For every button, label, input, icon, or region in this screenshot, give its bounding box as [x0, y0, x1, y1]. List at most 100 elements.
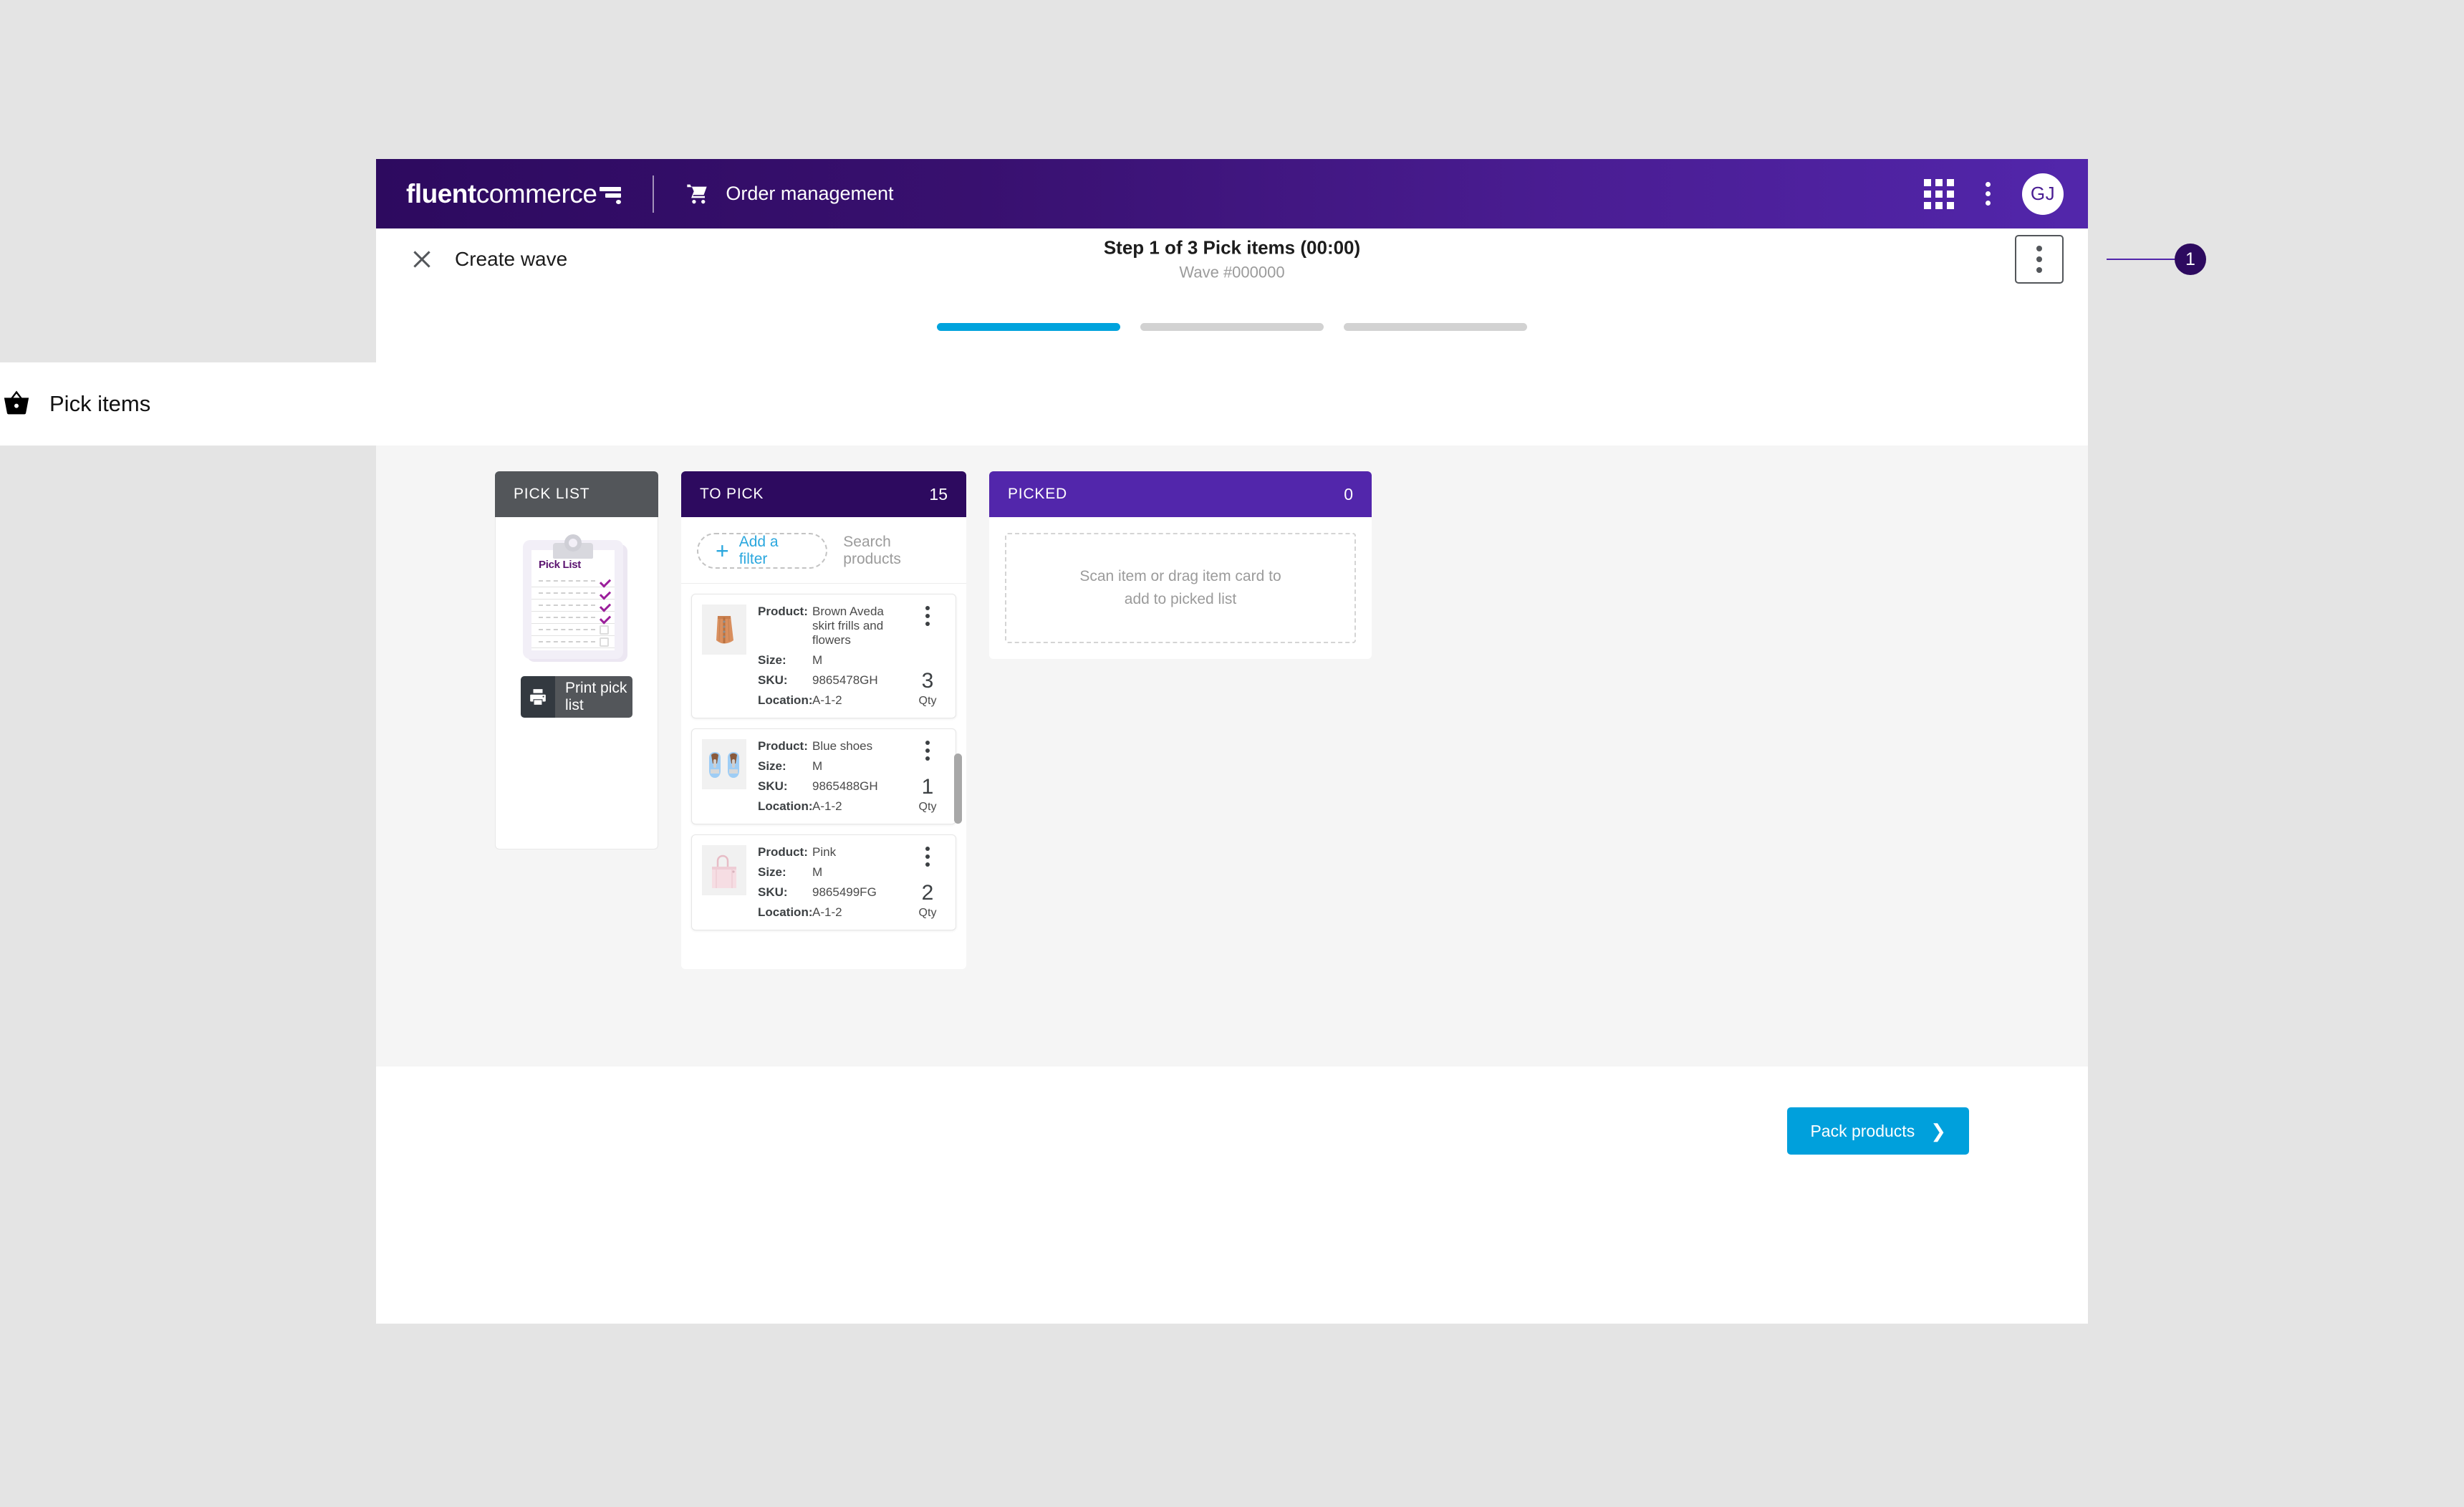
field-label-location: Location: [758, 693, 812, 708]
shopping-basket-icon [1, 389, 32, 419]
quantity-block: 2 Qty [919, 882, 937, 920]
item-fields: Product: Pink Size: M SKU: 9865499FG Loc… [758, 845, 897, 920]
add-filter-label: Add a filter [739, 534, 809, 568]
wave-number: Wave #000000 [376, 264, 2088, 282]
close-icon[interactable] [406, 244, 438, 275]
print-pick-list-button[interactable]: Print pick list [521, 676, 632, 718]
clipboard-row [531, 624, 615, 636]
kebab-menu-icon[interactable] [921, 845, 934, 868]
to-pick-count: 15 [929, 485, 948, 504]
quantity-block: 3 Qty [919, 670, 937, 708]
card-right-controls: 2 Qty [908, 845, 947, 920]
field-label-size: Size: [758, 865, 812, 880]
column-header-pick-list: PICK LIST [495, 471, 658, 517]
fluent-commerce-logo[interactable]: fluent commerce [406, 179, 621, 209]
column-pick-list: PICK LIST Pick List [495, 471, 658, 1067]
quantity-block: 1 Qty [919, 776, 937, 814]
pink-handbag-thumbnail [702, 845, 746, 895]
list-item[interactable]: Product: Pink Size: M SKU: 9865499FG Loc… [691, 834, 956, 930]
field-label-size: Size: [758, 759, 812, 774]
pick-list-body: Pick List Print pick [495, 517, 658, 849]
column-header-to-pick: TO PICK 15 [681, 471, 966, 517]
print-pick-list-label: Print pick list [555, 676, 632, 718]
field-label-sku: SKU: [758, 885, 812, 900]
callout-line [2107, 259, 2175, 260]
field-label-sku: SKU: [758, 673, 812, 688]
dropzone-line-2: add to picked list [1125, 591, 1236, 608]
clipboard-row [531, 612, 615, 624]
kebab-menu-icon[interactable] [921, 605, 934, 627]
field-label-location: Location: [758, 799, 812, 814]
field-value-product: Brown Aveda skirt frills and flowers [812, 605, 897, 647]
section-title: Pick items [49, 391, 150, 417]
chevron-right-icon: ❯ [1930, 1120, 1946, 1142]
plus-icon: + [716, 539, 729, 562]
field-value-location: A-1-2 [812, 799, 897, 814]
quantity-value: 2 [919, 882, 937, 904]
to-pick-body: + Add a filter Search products [681, 517, 966, 969]
nav-right-controls: GJ [1924, 173, 2064, 215]
pick-board: PICK LIST Pick List [376, 446, 2088, 1067]
apps-grid-icon[interactable] [1924, 179, 1954, 209]
scrollbar-thumb[interactable] [954, 754, 962, 824]
nav-app-order-management[interactable]: Order management [685, 183, 893, 206]
field-value-location: A-1-2 [812, 905, 897, 920]
field-label-size: Size: [758, 653, 812, 668]
field-value-sku: 9865499FG [812, 885, 897, 900]
field-label-product: Product: [758, 605, 812, 647]
column-title: PICKED [1008, 486, 1067, 503]
dropzone-line-1: Scan item or drag item card to [1079, 568, 1281, 585]
add-filter-button[interactable]: + Add a filter [697, 533, 827, 569]
list-item[interactable]: Product: Blue shoes Size: M SKU: 9865488… [691, 728, 956, 824]
progress-segment-2 [1140, 323, 1324, 331]
pack-products-button[interactable]: Pack products ❯ [1787, 1107, 1969, 1155]
field-value-size: M [812, 759, 897, 774]
nav-divider [653, 175, 654, 213]
picked-dropzone[interactable]: Scan item or drag item card to add to pi… [1005, 533, 1356, 643]
field-value-product: Pink [812, 845, 897, 860]
avatar[interactable]: GJ [2022, 173, 2064, 215]
field-label-location: Location: [758, 905, 812, 920]
to-pick-card-list: Product: Brown Aveda skirt frills and fl… [681, 584, 966, 930]
blue-shoes-thumbnail [702, 739, 746, 789]
step-title: Step 1 of 3 Pick items (00:00) [376, 237, 2088, 259]
quantity-label: Qty [919, 801, 937, 814]
picked-body: Scan item or drag item card to add to pi… [989, 517, 1372, 659]
field-label-product: Product: [758, 739, 812, 754]
field-value-sku: 9865488GH [812, 779, 897, 794]
progress-segment-1 [937, 323, 1120, 331]
search-input[interactable]: Search products [843, 534, 951, 568]
overflow-menu-button[interactable] [2015, 235, 2064, 284]
callout-badge: 1 [2175, 244, 2206, 275]
field-value-size: M [812, 865, 897, 880]
field-value-product: Blue shoes [812, 739, 897, 754]
page-title: Create wave [455, 248, 567, 271]
step-indicator-text: Step 1 of 3 Pick items (00:00) Wave #000… [376, 237, 2088, 282]
step-progress-bar [376, 291, 2088, 362]
card-right-controls: 1 Qty [908, 739, 947, 814]
item-fields: Product: Brown Aveda skirt frills and fl… [758, 605, 897, 708]
kebab-menu-icon[interactable] [1978, 178, 1998, 210]
pack-products-label: Pack products [1810, 1122, 1915, 1141]
clipboard-row [531, 587, 615, 600]
card-right-controls: 3 Qty [908, 605, 947, 708]
top-navigation-bar: fluent commerce Order management GJ [376, 159, 2088, 228]
pick-list-clipboard-illustration: Pick List [523, 534, 630, 665]
app-window: fluent commerce Order management GJ [376, 159, 2088, 1324]
logo-regular-text: commerce [476, 179, 597, 209]
quantity-value: 1 [919, 776, 937, 798]
progress-segment-3 [1344, 323, 1527, 331]
printer-icon [521, 676, 555, 718]
nav-app-label: Order management [726, 183, 893, 205]
quantity-label: Qty [919, 907, 937, 920]
section-header: Pick items [0, 362, 2088, 446]
clipboard-row [531, 575, 615, 587]
brown-skirt-thumbnail [702, 605, 746, 655]
clipboard-row [531, 636, 615, 648]
kebab-menu-icon[interactable] [921, 739, 934, 762]
picked-count: 0 [1344, 485, 1353, 504]
quantity-label: Qty [919, 695, 937, 708]
shopping-cart-icon [685, 183, 710, 206]
column-picked: PICKED 0 Scan item or drag item card to … [989, 471, 1372, 1067]
list-item[interactable]: Product: Brown Aveda skirt frills and fl… [691, 594, 956, 718]
